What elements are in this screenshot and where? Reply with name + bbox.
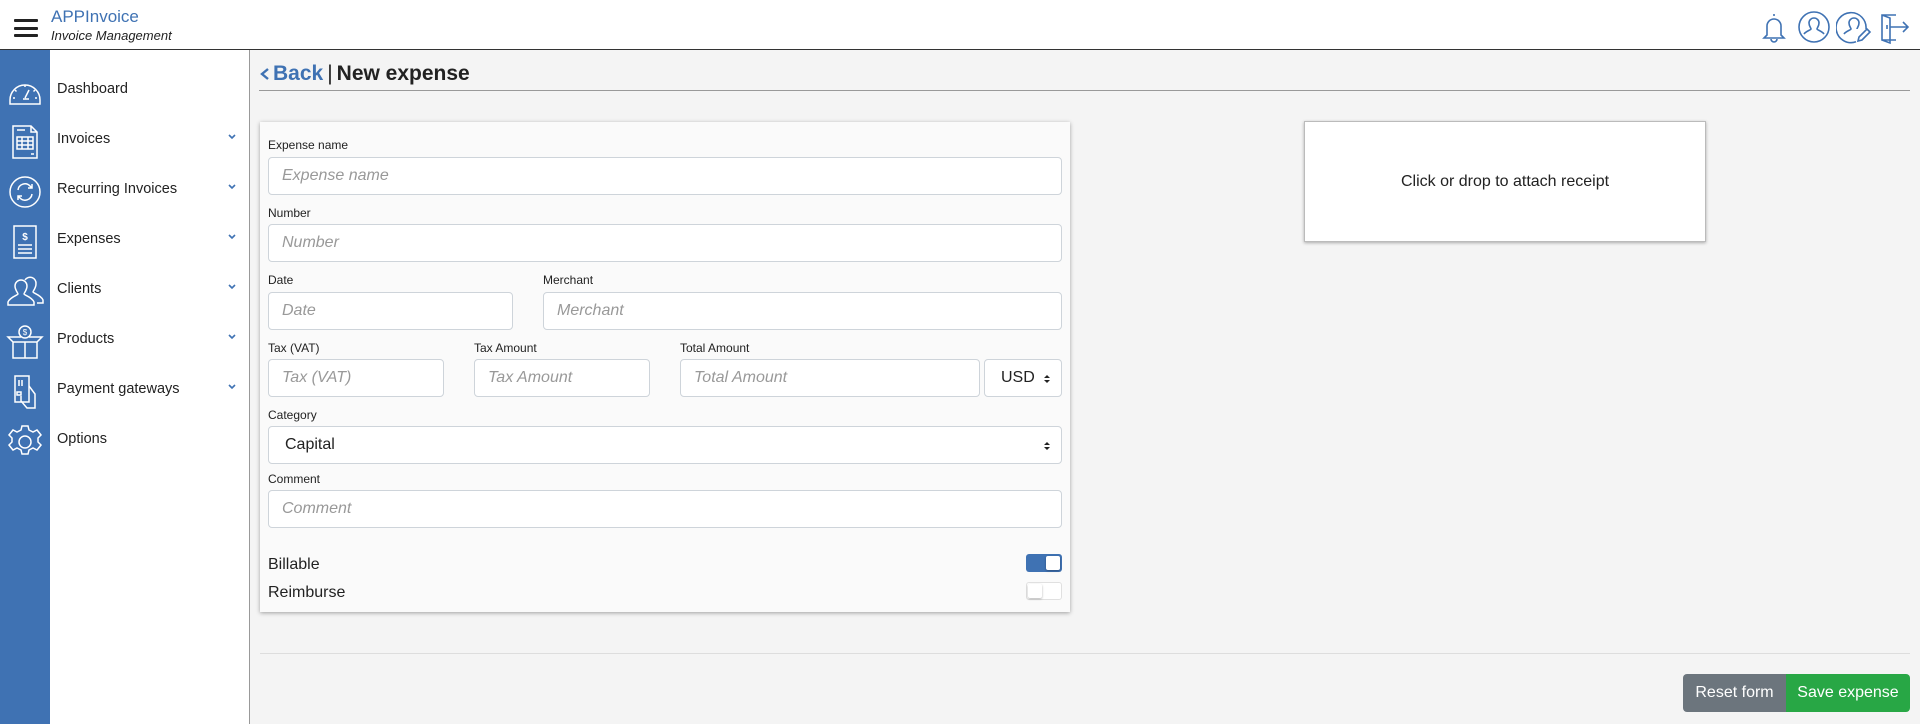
sidebar-item-payment-gateways[interactable]: Payment gateways: [50, 369, 249, 409]
sidebar-item-label: Invoices: [57, 131, 111, 147]
sidebar-item-label: Options: [57, 431, 107, 447]
toggle-knob: [1046, 556, 1060, 570]
chevron-down-icon: [228, 284, 236, 290]
invoice-table-icon[interactable]: [5, 122, 45, 162]
currency-value: USD: [1001, 369, 1035, 386]
user-profile-icon[interactable]: [1796, 9, 1832, 45]
select-arrows-icon: [1044, 442, 1050, 450]
top-bar: APPInvoice Invoice Management: [0, 0, 1920, 50]
header-divider: [259, 90, 1910, 91]
receipt-dropzone[interactable]: Click or drop to attach receipt: [1304, 121, 1706, 242]
total-amount-label: Total Amount: [680, 341, 750, 355]
tax-vat-input[interactable]: Tax (VAT): [268, 359, 444, 397]
category-value: Capital: [285, 436, 335, 453]
edit-profile-icon[interactable]: [1835, 9, 1872, 45]
tax-vat-label: Tax (VAT): [268, 341, 320, 355]
back-label: Back: [273, 62, 324, 85]
sidebar-item-recurring-invoices[interactable]: Recurring Invoices: [50, 169, 249, 209]
svg-text:$: $: [22, 232, 28, 243]
product-box-icon[interactable]: $: [5, 322, 45, 362]
select-arrows-icon: [1044, 375, 1050, 383]
logout-icon[interactable]: [1876, 9, 1912, 45]
chevron-down-icon: [228, 134, 236, 140]
chevron-down-icon: [228, 334, 236, 340]
page-title: New expense: [336, 62, 470, 85]
billable-label: Billable: [268, 556, 320, 573]
chevron-down-icon: [228, 234, 236, 240]
sidebar-item-clients[interactable]: Clients: [50, 269, 249, 309]
comment-label: Comment: [268, 472, 321, 486]
category-label: Category: [268, 408, 317, 422]
receipt-dropzone-label: Click or drop to attach receipt: [1400, 172, 1610, 190]
payment-card-icon[interactable]: [5, 372, 45, 412]
merchant-label: Merchant: [543, 273, 594, 287]
sidebar-item-label: Recurring Invoices: [57, 181, 178, 197]
number-label: Number: [268, 206, 311, 220]
chevron-down-icon: [228, 184, 236, 190]
category-select[interactable]: Capital: [268, 426, 1062, 464]
sidebar-item-invoices[interactable]: Invoices: [50, 119, 249, 159]
merchant-input[interactable]: Merchant: [543, 292, 1062, 330]
sidebar-item-options[interactable]: Options: [50, 419, 249, 459]
chevron-left-icon: [260, 68, 269, 80]
currency-select[interactable]: USD: [984, 359, 1062, 397]
dashboard-gauge-icon[interactable]: [5, 72, 45, 112]
app-title: APPInvoice: [51, 7, 139, 26]
reimburse-toggle[interactable]: [1026, 582, 1062, 600]
header-separator: |: [327, 62, 333, 85]
back-link[interactable]: Back: [259, 62, 323, 85]
tax-amount-label: Tax Amount: [474, 341, 537, 355]
chevron-down-icon: [228, 384, 236, 390]
number-input[interactable]: Number: [268, 224, 1062, 262]
sidebar-item-label: Expenses: [57, 231, 121, 247]
hamburger-menu-icon[interactable]: [14, 19, 38, 37]
expense-name-input[interactable]: Expense name: [268, 157, 1062, 195]
save-expense-button[interactable]: Save expense: [1786, 674, 1910, 712]
date-input[interactable]: Date: [268, 292, 513, 330]
date-label: Date: [268, 273, 294, 287]
sidebar-item-label: Clients: [57, 281, 102, 297]
reset-form-button[interactable]: Reset form: [1683, 674, 1786, 712]
expense-document-icon[interactable]: $: [5, 222, 45, 262]
reimburse-label: Reimburse: [268, 584, 346, 601]
gear-icon[interactable]: [5, 422, 45, 462]
sidebar-item-label: Dashboard: [57, 81, 128, 97]
expense-form: Expense name Expense name Number Number …: [260, 122, 1070, 612]
sidebar-item-products[interactable]: Products: [50, 319, 249, 359]
app-subtitle: Invoice Management: [51, 28, 172, 43]
comment-input[interactable]: Comment: [268, 490, 1062, 528]
sidebar-item-label: Payment gateways: [57, 381, 180, 397]
svg-text:$: $: [23, 328, 28, 337]
footer-divider: [260, 653, 1910, 654]
sidebar-item-label: Products: [57, 331, 115, 347]
expense-name-label: Expense name: [268, 138, 349, 152]
bell-icon[interactable]: [1756, 9, 1792, 45]
total-amount-input[interactable]: Total Amount: [680, 359, 980, 397]
clients-users-icon[interactable]: [5, 272, 45, 312]
sidebar: Dashboard Invoices Recurring Invoices Ex…: [50, 50, 250, 724]
sidebar-icon-rail: $ $: [0, 50, 50, 724]
billable-toggle[interactable]: [1026, 554, 1062, 572]
toggle-knob: [1028, 584, 1042, 598]
tax-amount-input[interactable]: Tax Amount: [474, 359, 650, 397]
page-header: Back | New expense: [259, 62, 470, 86]
recurring-arrows-icon[interactable]: [5, 172, 45, 212]
sidebar-item-dashboard[interactable]: Dashboard: [50, 69, 249, 109]
sidebar-item-expenses[interactable]: Expenses: [50, 219, 249, 259]
